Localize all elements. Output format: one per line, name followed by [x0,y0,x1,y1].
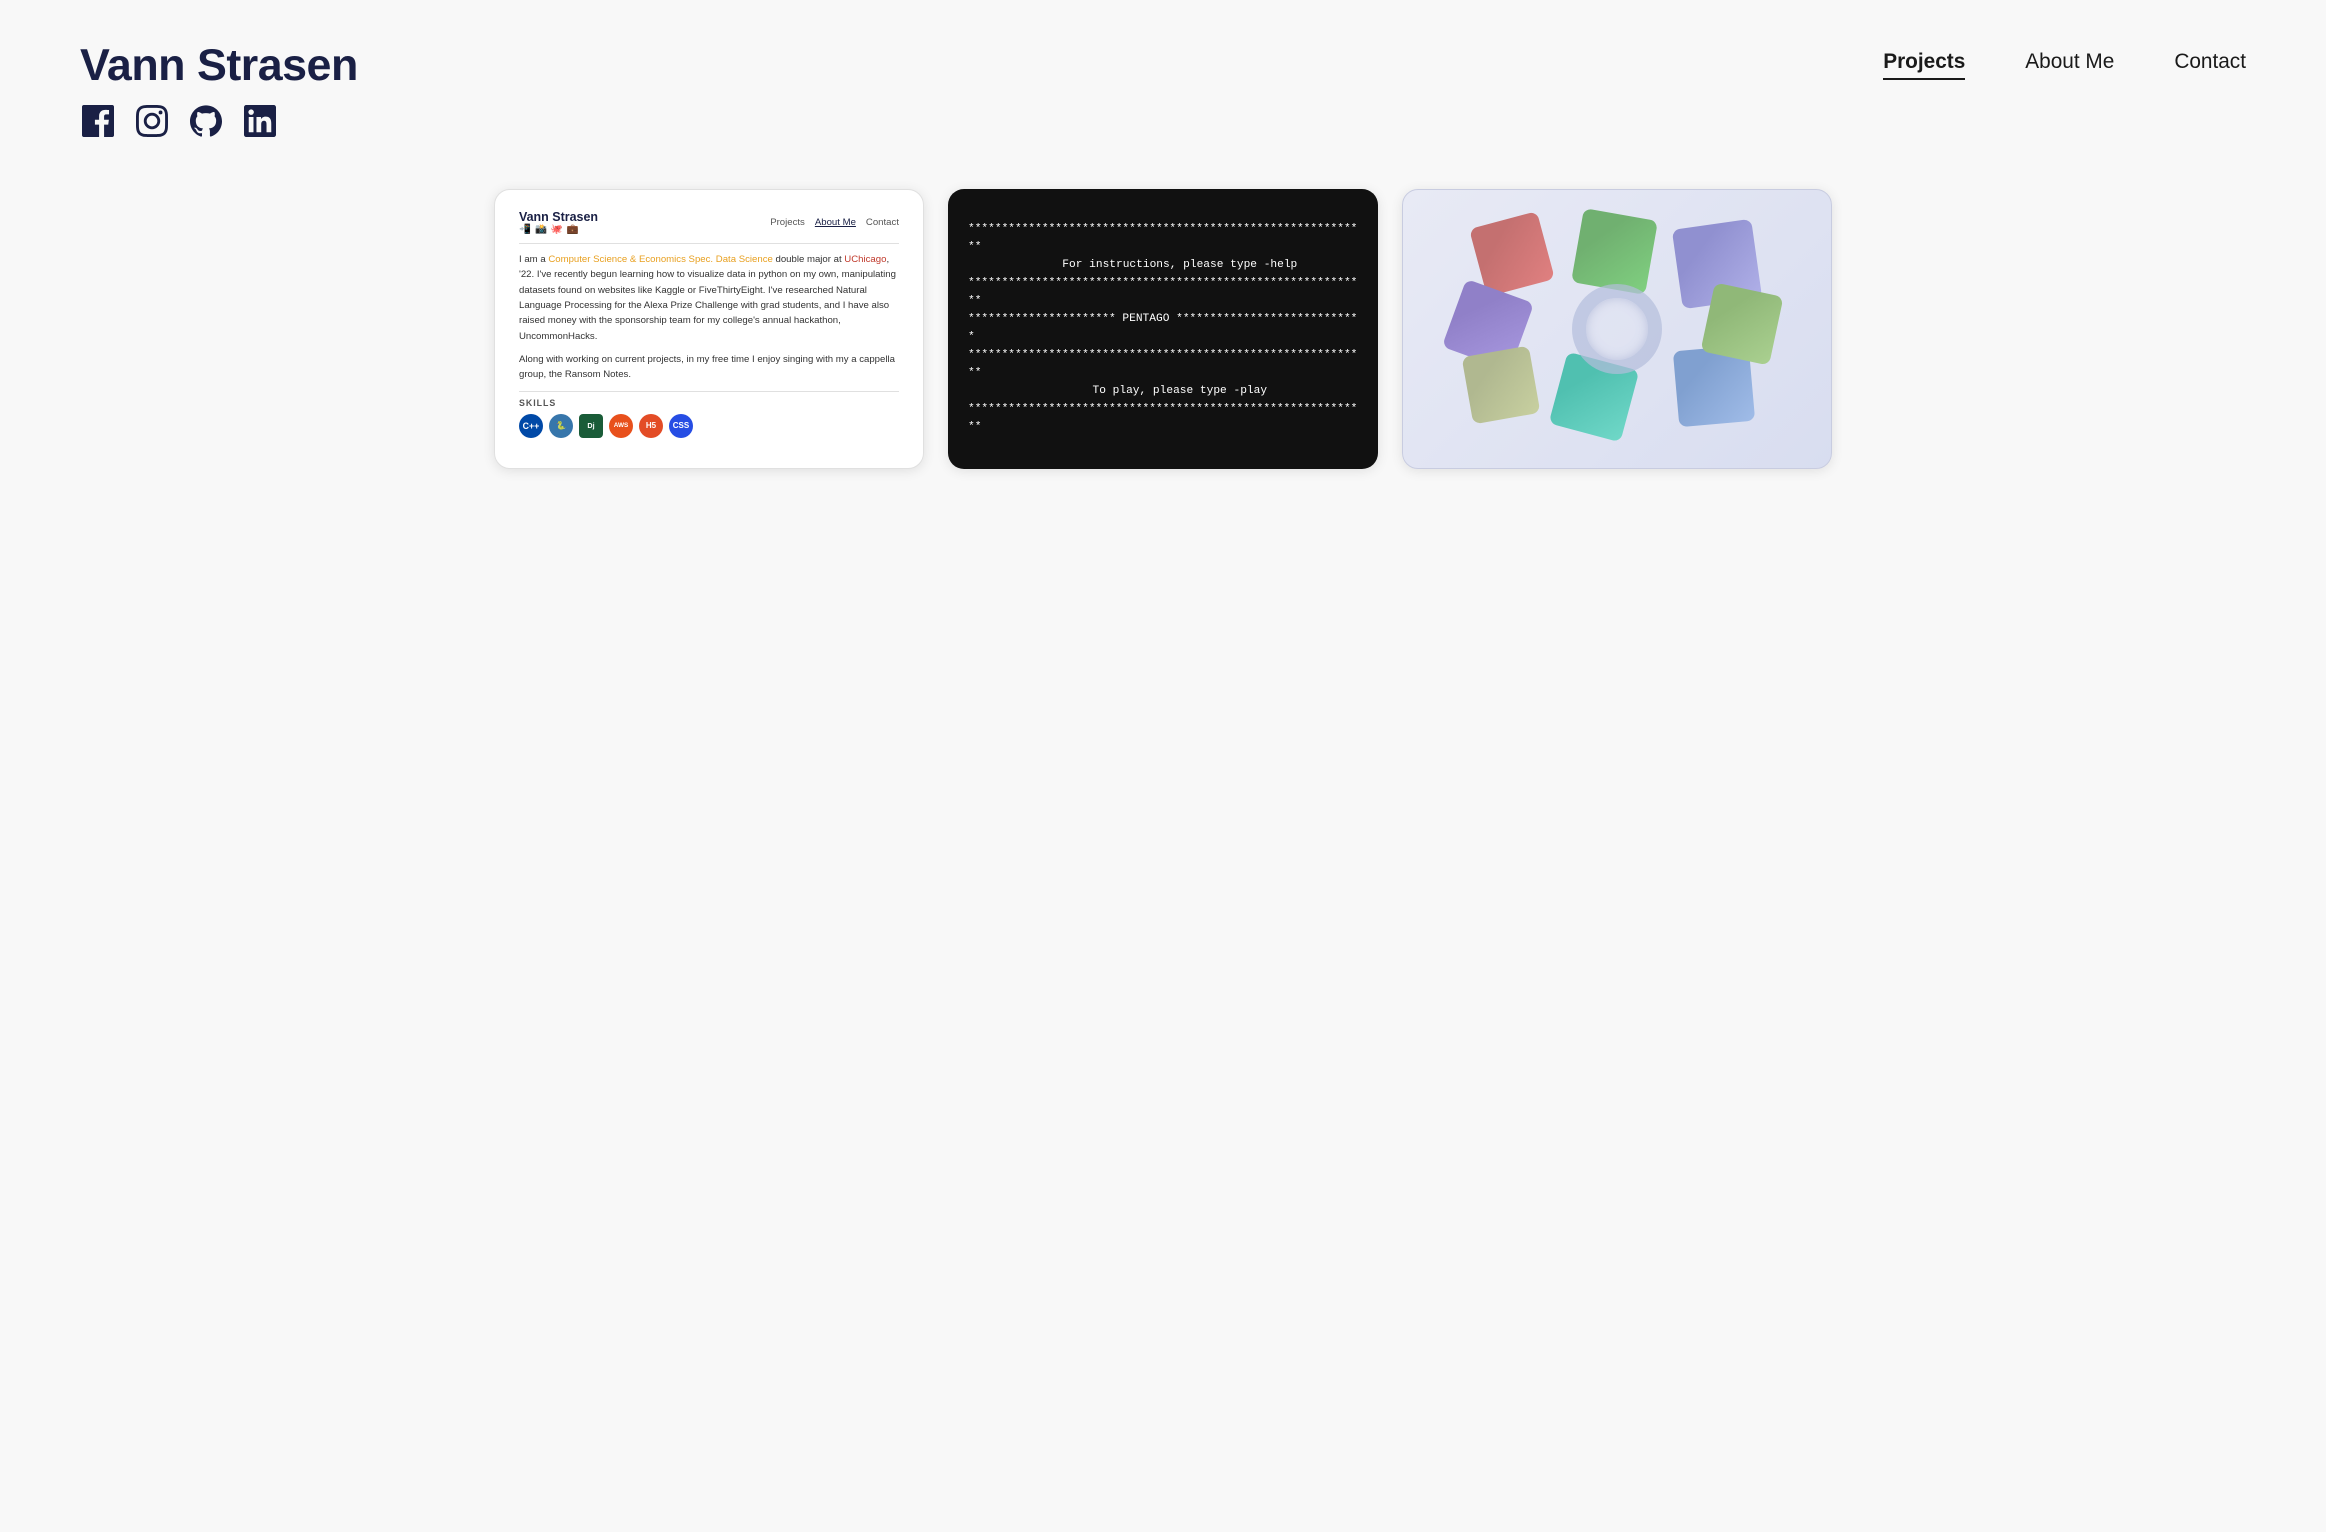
linkedin-icon[interactable] [242,103,278,139]
nav-about-me[interactable]: About Me [2025,50,2114,80]
terminal-line-1: ****************************************… [968,221,1358,257]
shape-lightgreen-cube [1700,282,1783,365]
skill-cpp: C++ [519,414,543,438]
shape-green-cube [1571,208,1658,295]
social-icons [80,103,358,139]
github-icon[interactable] [188,103,224,139]
shape-tan-cube [1462,346,1541,425]
skill-css: CSS [669,414,693,438]
main-nav: Projects About Me Contact [1883,40,2246,80]
terminal-card: ****************************************… [948,189,1378,469]
bio-paragraph-2: Along with working on current projects, … [519,352,899,383]
mini-li-icon: 💼 [567,224,579,235]
terminal-line-5: ****************************************… [968,275,1358,311]
center-ring [1572,284,1662,374]
mini-fb-icon: 📲 [519,224,531,235]
mini-nav-projects: Projects [770,217,805,228]
terminal-line-7: ****************************************… [968,347,1358,383]
skill-badges: C++ 🐍 Dj AWS H5 CSS [519,414,899,438]
nav-projects[interactable]: Projects [1883,50,1965,80]
skill-django: Dj [579,414,603,438]
shapes-container [1447,209,1787,449]
divider [519,243,899,244]
site-title: Vann Strasen [80,40,358,91]
mini-nav-contact: Contact [866,217,899,228]
mini-nav-aboutme: About Me [815,217,856,228]
skill-aws: AWS [609,414,633,438]
terminal-line-11: ****************************************… [968,401,1358,437]
instagram-icon[interactable] [134,103,170,139]
mini-ig-icon: 📸 [535,224,547,235]
header-left: Vann Strasen [80,40,358,139]
terminal-line-6: ********************** PENTAGO *********… [968,311,1358,347]
page-header: Vann Strasen [0,0,2326,159]
skill-python: 🐍 [549,414,573,438]
portfolio-preview-card: Vann Strasen 📲 📸 🐙 💼 Projects About Me C… [494,189,924,469]
cs-link: Computer Science & Economics Spec. Data … [548,254,773,265]
uchicago-link: UChicago [844,254,886,265]
terminal-line-3: For instructions, please type -help [968,257,1358,275]
nav-contact[interactable]: Contact [2174,50,2246,80]
mini-header: Vann Strasen 📲 📸 🐙 💼 Projects About Me C… [519,210,899,235]
skill-html: H5 [639,414,663,438]
terminal-line-9: To play, please type -play [968,383,1358,401]
mini-nav: Projects About Me Contact [770,217,899,228]
mini-site-title: Vann Strasen 📲 📸 🐙 💼 [519,210,598,235]
shapes-card [1402,189,1832,469]
mini-social-icons: 📲 📸 🐙 💼 [519,224,598,235]
mini-gh-icon: 🐙 [551,224,563,235]
skills-label: SKILLS [519,391,899,408]
bio-paragraph-1: I am a Computer Science & Economics Spec… [519,252,899,344]
facebook-icon[interactable] [80,103,116,139]
cards-container: Vann Strasen 📲 📸 🐙 💼 Projects About Me C… [0,159,2326,499]
